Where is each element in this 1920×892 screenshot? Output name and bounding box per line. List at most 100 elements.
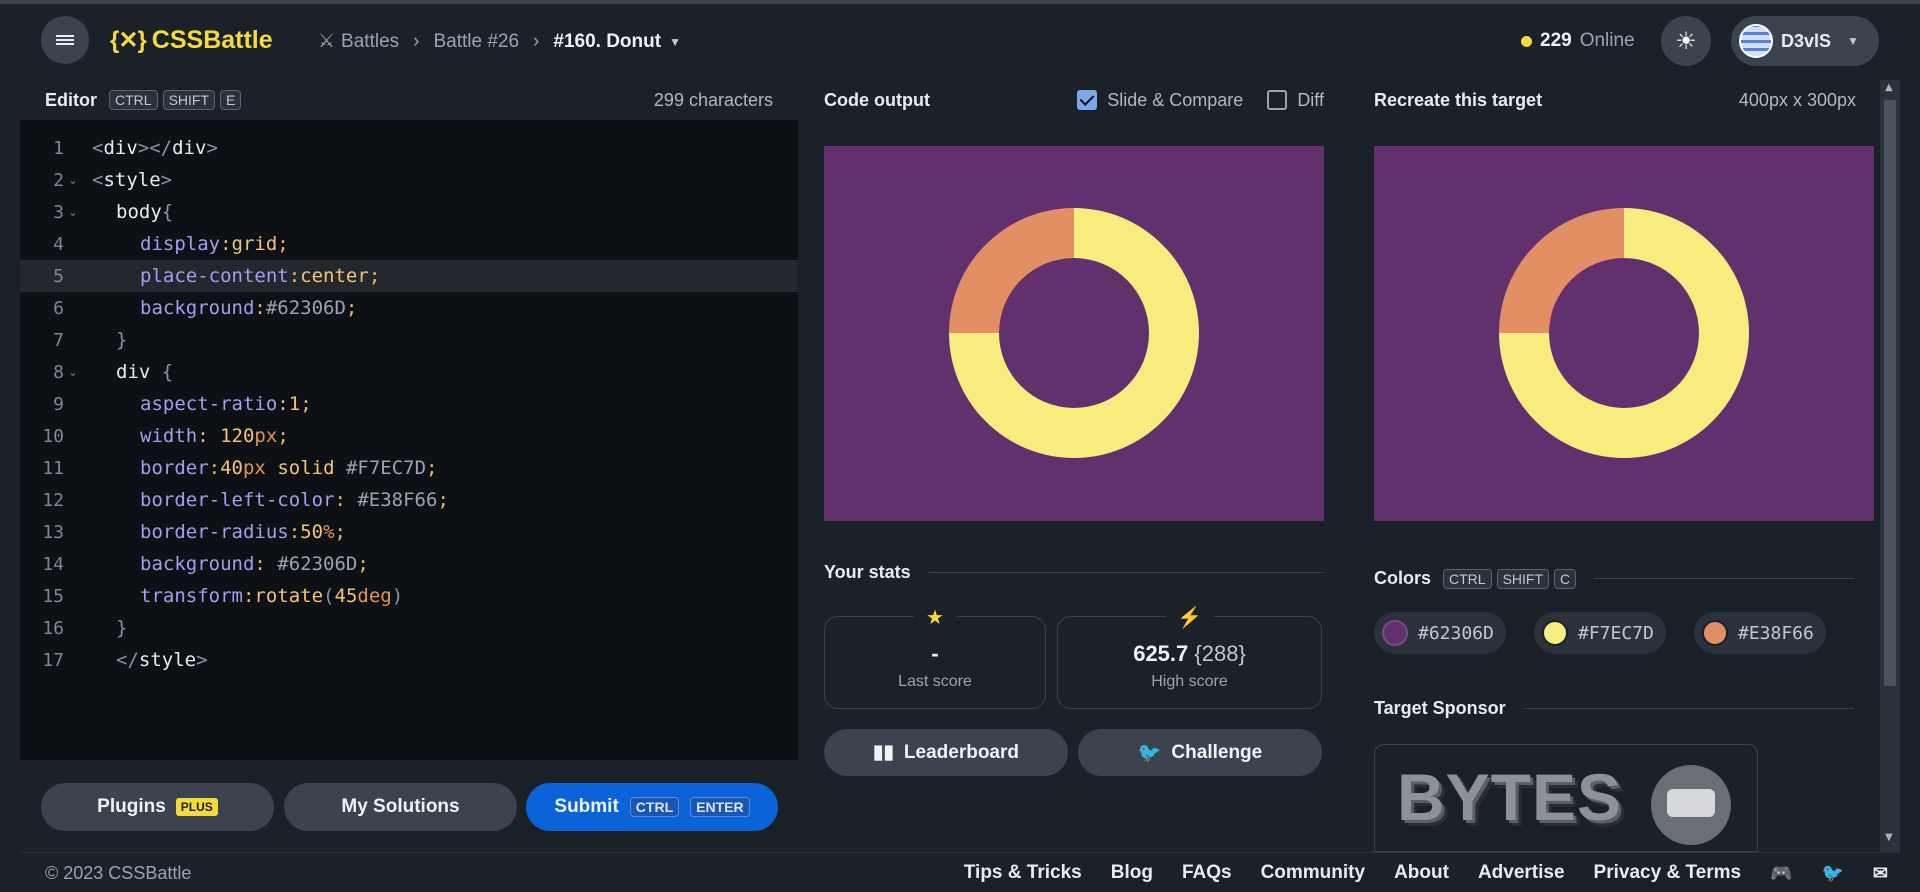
breadcrumb-current-target[interactable]: #160. Donut	[553, 31, 661, 53]
caret-down-icon[interactable]: ▼	[669, 35, 681, 49]
code-token: #E38F66	[357, 489, 438, 511]
line-number: 2	[53, 169, 64, 191]
code-line[interactable]: 13 border-radius:50%;	[20, 516, 798, 548]
scrollbar[interactable]: ▲ ▼	[1880, 80, 1900, 852]
copyright: © 2023 CSSBattle	[45, 863, 192, 883]
code-token: background	[140, 553, 255, 575]
line-number: 12	[42, 489, 64, 511]
editor-footer: Plugins PLUS My Solutions Submit CTRL EN…	[20, 760, 798, 852]
code-token: 40	[220, 457, 243, 479]
high-score-card: ⚡ 625.7 {288} High score	[1057, 605, 1322, 709]
avatar	[1739, 24, 1773, 58]
code-token: #62306D	[265, 297, 346, 319]
code-line[interactable]: 10 width: 120px;	[20, 420, 798, 452]
footer-link[interactable]: Blog	[1111, 862, 1153, 884]
code-line[interactable]: 16 }	[20, 612, 798, 644]
colors-title: Colors	[1374, 568, 1432, 588]
code-line[interactable]: 4 display:grid;	[20, 228, 798, 260]
code-line[interactable]: 1 <div></div>	[20, 132, 798, 164]
stats-heading: Your stats	[824, 562, 1324, 583]
target-canvas[interactable]	[1374, 146, 1874, 521]
code-line[interactable]: 7 }	[20, 324, 798, 356]
code-line[interactable]: 11 border:40px solid #F7EC7D;	[20, 452, 798, 484]
code-token: ;	[334, 521, 346, 543]
code-token: background	[140, 297, 255, 319]
code-token: >	[206, 137, 218, 159]
fold-icon[interactable]: ⌄	[64, 365, 82, 379]
mail-icon[interactable]: ✉	[1873, 863, 1888, 884]
line-number: 13	[42, 521, 64, 543]
code-token: center	[300, 265, 369, 287]
footer: © 2023 CSSBattle Tips & Tricks Blog FAQs…	[20, 852, 1900, 892]
sponsor-banner[interactable]: BYTES	[1374, 744, 1758, 852]
color-swatch	[1702, 620, 1728, 646]
code-token: style	[138, 649, 197, 671]
footer-link[interactable]: Advertise	[1478, 862, 1565, 884]
footer-link[interactable]: Tips & Tricks	[964, 862, 1082, 884]
user-menu[interactable]: D3vlS ▼	[1731, 16, 1879, 66]
scroll-down-icon[interactable]: ▼	[1885, 832, 1893, 843]
challenge-button[interactable]: 🐦 Challenge	[1078, 729, 1322, 776]
plugins-button[interactable]: Plugins PLUS	[41, 783, 274, 831]
theme-toggle-button[interactable]: ☀	[1661, 16, 1711, 66]
code-line[interactable]: 14 background: #62306D;	[20, 548, 798, 580]
kbd-key: ENTER	[690, 797, 750, 817]
code-line[interactable]: 12 border-left-color: #E38F66;	[20, 484, 798, 516]
line-number: 5	[53, 265, 64, 287]
leaderboard-button[interactable]: ▮▮ Leaderboard	[824, 729, 1068, 776]
color-chip[interactable]: #F7EC7D	[1534, 612, 1666, 654]
submit-button[interactable]: Submit CTRL ENTER	[526, 783, 778, 831]
code-line[interactable]: 3 ⌄ body{	[20, 196, 798, 228]
code-token: :	[288, 521, 301, 543]
output-title: Code output	[824, 89, 930, 110]
last-score-label: Last score	[898, 673, 972, 690]
footer-link[interactable]: Privacy & Terms	[1594, 862, 1742, 884]
menu-button[interactable]	[41, 16, 89, 64]
code-line-active[interactable]: 5 place-content:center;	[20, 260, 798, 292]
code-line[interactable]: 9 aspect-ratio:1;	[20, 388, 798, 420]
footer-link[interactable]: Community	[1261, 862, 1366, 884]
breadcrumb-battles[interactable]: Battles	[341, 31, 399, 53]
code-line[interactable]: 17 </style>	[20, 644, 798, 676]
footer-link[interactable]: FAQs	[1182, 862, 1232, 884]
code-token: :	[242, 585, 255, 607]
line-number: 17	[42, 649, 64, 671]
code-token: ;	[437, 489, 449, 511]
code-token: border	[140, 457, 209, 479]
code-line[interactable]: 15 transform:rotate(45deg)	[20, 580, 798, 612]
code-token: }	[116, 329, 128, 351]
breadcrumb-battle[interactable]: Battle #26	[433, 31, 519, 53]
target-title: Recreate this target	[1374, 89, 1543, 110]
logo[interactable]: {✕} CSSBattle	[110, 26, 273, 55]
fold-icon[interactable]: ⌄	[64, 205, 82, 219]
code-line[interactable]: 6 background:#62306D;	[20, 292, 798, 324]
code-token: border-radius	[140, 521, 289, 543]
checkbox-checked-icon[interactable]	[1077, 90, 1098, 110]
code-editor[interactable]: 1 <div></div> 2 ⌄ <style> 3 ⌄ body{ 4 disp…	[20, 132, 798, 676]
fold-icon[interactable]: ⌄	[64, 173, 82, 187]
divider	[1523, 708, 1854, 709]
slide-compare-toggle[interactable]: Slide & Compare	[1077, 90, 1243, 111]
code-token: :	[254, 297, 266, 319]
my-solutions-button[interactable]: My Solutions	[284, 783, 517, 831]
code-line[interactable]: 2 ⌄ <style>	[20, 164, 798, 196]
footer-link[interactable]: About	[1394, 862, 1449, 884]
color-chip[interactable]: #E38F66	[1694, 612, 1826, 654]
diff-toggle[interactable]: Diff	[1267, 90, 1324, 111]
scrollbar-thumb[interactable]	[1884, 100, 1896, 686]
scroll-up-icon[interactable]: ▲	[1885, 82, 1893, 93]
code-token: ;	[345, 297, 358, 319]
color-chip[interactable]: #62306D	[1374, 612, 1506, 654]
divider	[928, 572, 1324, 573]
discord-icon[interactable]: 🎮	[1770, 863, 1792, 884]
output-canvas[interactable]	[824, 146, 1324, 521]
code-token: :	[254, 553, 278, 575]
twitter-icon[interactable]: 🐦	[1821, 863, 1843, 884]
username: D3vlS	[1781, 30, 1832, 51]
code-token: border-left-color	[140, 489, 335, 511]
code-line[interactable]: 8 ⌄ div {	[20, 356, 798, 388]
checkbox-unchecked-icon[interactable]	[1267, 90, 1288, 110]
logo-icon: {✕}	[110, 27, 147, 54]
code-token: ;	[300, 393, 312, 415]
line-number: 9	[53, 393, 64, 415]
